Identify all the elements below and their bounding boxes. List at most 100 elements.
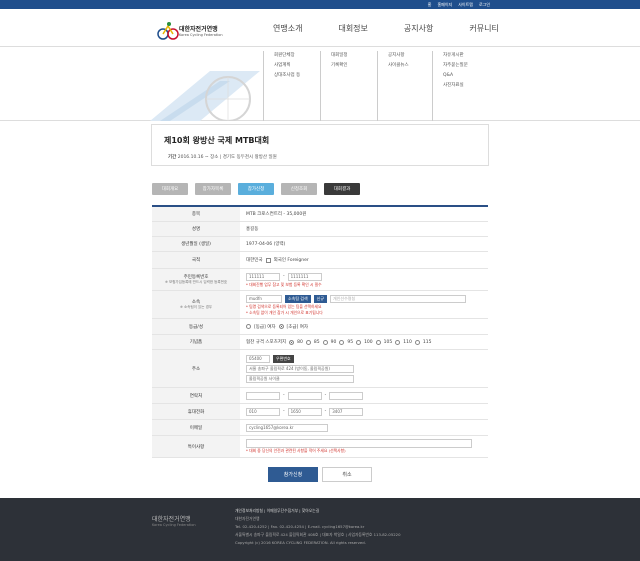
event-value: MTB 크로스컨트리 - 35,000원 — [246, 212, 307, 217]
grade-radio-1[interactable] — [246, 324, 251, 329]
team-new-button[interactable]: 신규 — [313, 294, 328, 303]
row-phone: 연락처 - - — [152, 388, 488, 404]
site-header: 대한자전거연맹 Korea Cycling Federation 연맹소개 대회… — [0, 9, 640, 47]
submit-button[interactable]: 참가신청 — [268, 467, 318, 482]
row-name: 성명 홍길동 — [152, 222, 488, 237]
row-event: 종목 MTB 크로스컨트리 - 35,000원 — [152, 207, 488, 222]
footer-links[interactable]: 개인정보처리방침 | 이메일무단수집거부 | 찾아오는길 — [235, 507, 401, 515]
home-link[interactable]: 홈 — [428, 2, 432, 8]
zip-search-button[interactable]: 우편번호 — [273, 354, 294, 363]
address-label: 주소 — [152, 350, 240, 387]
phone-input-1[interactable] — [246, 391, 280, 400]
login-link[interactable]: 로그인 — [479, 2, 490, 8]
site-footer: 대한자전거연맹 Korea Cycling Federation 개인정보처리방… — [0, 498, 640, 561]
grade-option-2: [초급] 여자 — [286, 324, 309, 330]
size-option: 100 — [364, 339, 373, 345]
submenu-item[interactable]: 상대조사업 등 — [274, 71, 300, 81]
phone-input-3[interactable] — [329, 391, 364, 400]
nationality-label: 국적 — [152, 252, 240, 268]
tab-results[interactable]: 대회결과 — [324, 183, 360, 195]
size-option: 95 — [347, 339, 354, 345]
size-radio-80[interactable] — [289, 339, 295, 345]
submenu-item[interactable]: 사이클뉴스 — [388, 61, 409, 71]
homepage-link[interactable]: 홈페이지 — [437, 2, 452, 8]
resident-sub: ※ 보험가입등록에 반드시 입력한 등록번호 — [164, 280, 228, 284]
tab-participants[interactable]: 참가자목록 — [195, 183, 231, 195]
size-radio-115[interactable] — [414, 339, 420, 345]
birth-value: 1977-04-06 (양력) — [246, 242, 286, 247]
resident-front-input[interactable]: 111111 — [246, 272, 280, 281]
tab-overview[interactable]: 대회개요 — [152, 183, 188, 195]
event-label: 종목 — [152, 207, 240, 221]
submenu-item[interactable]: 자주묻는질문 — [443, 61, 468, 71]
size-radio-95[interactable] — [339, 339, 345, 345]
resident-back-input[interactable]: 1111111 — [287, 272, 322, 281]
memo-note: * 대회 중 당신의 안전과 관련된 사항을 적어 주세요 (선택사항) — [246, 448, 346, 453]
mobile-input-1[interactable]: 010 — [246, 407, 280, 416]
sitemap-link[interactable]: 사이트맵 — [458, 2, 473, 8]
row-memo: 특이사항 * 대회 중 당신의 안전과 관련된 사항을 적어 주세요 (선택사항… — [152, 436, 488, 458]
form-actions: 참가신청 취소 — [268, 467, 376, 482]
zip-input[interactable]: 05400 — [246, 354, 270, 363]
mobile-input-2[interactable]: 1650 — [287, 407, 322, 416]
submenu-item[interactable]: 사진자료실 — [443, 81, 468, 91]
size-option: 105 — [383, 339, 393, 345]
submenu-item[interactable]: 회원단체장 — [274, 51, 300, 61]
nav-notice[interactable]: 공지사항 — [404, 23, 433, 34]
grade-radio-2[interactable] — [278, 324, 284, 329]
submenu-item[interactable]: 기록확인 — [331, 61, 348, 71]
size-radio-100[interactable] — [356, 339, 362, 345]
team-search-button[interactable]: 소속팀 검색 — [285, 294, 311, 303]
nav-about[interactable]: 연맹소개 — [273, 23, 302, 34]
submenu-events: 대회일정 기록확인 — [320, 51, 348, 121]
row-team: 소속 ※ 소속팀이 있는 경우 mudfn 소속팀 검색 신규 개인선수명칭 *… — [152, 291, 488, 319]
nav-community[interactable]: 커뮤니티 — [469, 23, 498, 34]
address-line2-input[interactable]: 올림픽공원 사이클 — [246, 374, 354, 383]
size-option: 115 — [422, 339, 432, 345]
tab-apply[interactable]: 참가신청 — [238, 183, 274, 195]
submenu-about: 회원단체장 사업계획 상대조사업 등 — [263, 51, 300, 121]
footer-line-4: Copyright (c) 2016 KOREA CYCLING FEDERAT… — [235, 540, 366, 545]
size-label: 기념품 — [152, 335, 240, 349]
footer-logo: 대한자전거연맹 Korea Cycling Federation — [152, 514, 196, 527]
row-grade: 등급/성 [동급] 여자 [초급] 여자 — [152, 319, 488, 335]
email-label: 이메일 — [152, 420, 240, 435]
size-radio-90[interactable] — [322, 339, 328, 345]
event-title: 제10회 왕방산 국제 MTB대회 — [164, 136, 270, 145]
mobile-input-3[interactable]: 3407 — [329, 407, 364, 416]
cancel-button[interactable]: 취소 — [322, 467, 372, 482]
address-line1-input[interactable]: 서울 송파구 올림픽로 424 (방이동, 올림픽공원) — [246, 364, 354, 373]
memo-input[interactable] — [246, 439, 472, 448]
grade-label: 등급/성 — [152, 319, 240, 334]
size-radio-105[interactable] — [375, 339, 381, 345]
size-option: 80 — [297, 339, 303, 345]
grade-option-1: [동급] 여자 — [254, 324, 276, 330]
size-option: 110 — [403, 339, 412, 345]
submenu-item[interactable]: 자유게시판 — [443, 51, 468, 61]
size-option: 85 — [313, 339, 320, 345]
submenu-item[interactable]: 공지사항 — [388, 51, 409, 61]
size-radio-85[interactable] — [305, 339, 311, 345]
logo-sub: Korea Cycling Federation — [179, 32, 223, 37]
size-option: 90 — [330, 339, 337, 345]
size-prefix: 협찬 규격 스포츠저지 — [246, 340, 287, 345]
name-label: 성명 — [152, 222, 240, 236]
submenu-item[interactable]: Q&A — [443, 71, 468, 81]
mobile-label: 휴대전화 — [152, 404, 240, 419]
phone-input-2[interactable] — [287, 391, 322, 400]
submenu-item[interactable]: 대회일정 — [331, 51, 348, 61]
tab-inquiry[interactable]: 신청조회 — [281, 183, 317, 195]
team-input[interactable]: mudfn — [246, 294, 282, 303]
site-logo[interactable]: 대한자전거연맹 Korea Cycling Federation — [157, 20, 242, 42]
submenu-item[interactable]: 사업계획 — [274, 61, 300, 71]
email-input[interactable]: cycling1657@korea.kr — [246, 423, 328, 432]
team-name-input[interactable]: 개인선수명칭 — [330, 294, 467, 303]
birth-label: 생년월일 (생일) — [152, 237, 240, 251]
main-nav: 연맹소개 대회정보 공지사항 커뮤니티 — [273, 23, 535, 34]
nav-events[interactable]: 대회정보 — [338, 23, 367, 34]
footer-logo-name: 대한자전거연맹 — [152, 516, 191, 523]
event-meta-label: 기간 — [168, 155, 177, 160]
size-radio-110[interactable] — [395, 339, 401, 345]
foreigner-checkbox[interactable] — [265, 257, 271, 263]
team-sub: ※ 소속팀이 있는 경우 — [179, 305, 213, 309]
